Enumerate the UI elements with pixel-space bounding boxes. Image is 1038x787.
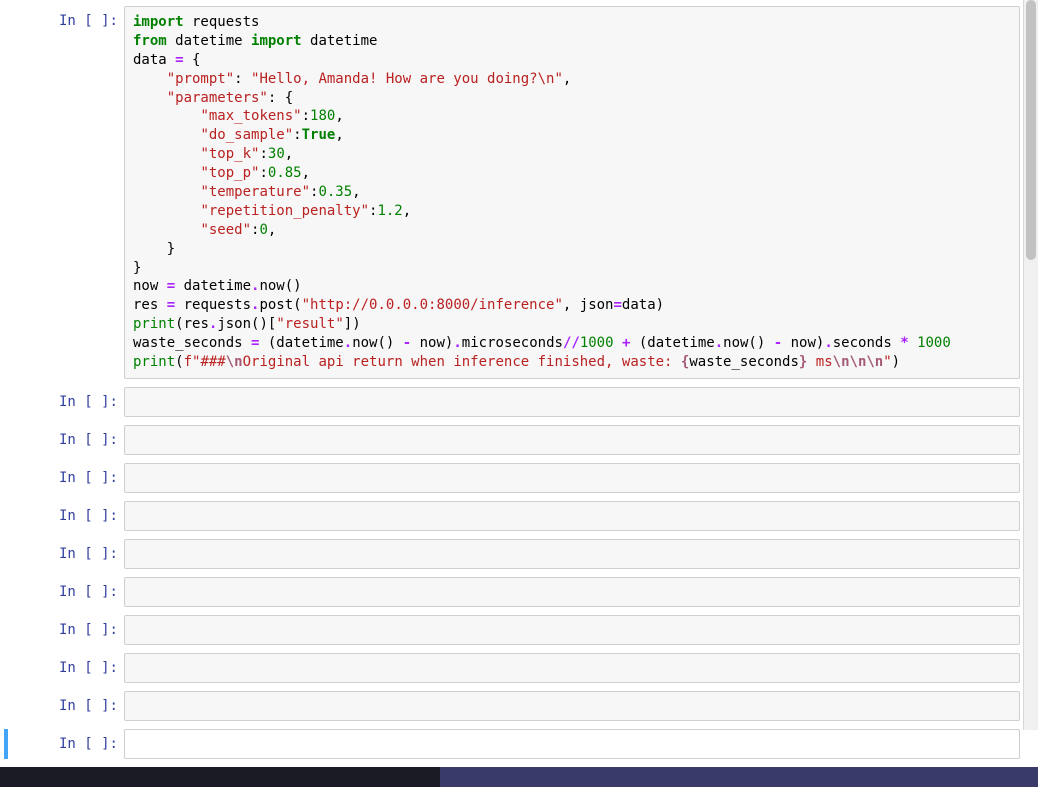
cell-input-area[interactable] bbox=[124, 729, 1020, 759]
cell-input-area[interactable] bbox=[124, 501, 1020, 531]
code-cell[interactable]: In [ ]: bbox=[8, 463, 1020, 493]
cell-input-area[interactable] bbox=[124, 653, 1020, 683]
cell-prompt: In [ ]: bbox=[8, 691, 124, 721]
cell-prompt: In [ ]: bbox=[8, 653, 124, 683]
cell-prompt: In [ ]: bbox=[8, 387, 124, 417]
vertical-scrollbar[interactable] bbox=[1023, 0, 1038, 730]
window-bottom-strip bbox=[0, 767, 1038, 787]
code-cell[interactable]: In [ ]: bbox=[8, 615, 1020, 645]
code-cell[interactable]: In [ ]:import requests from datetime imp… bbox=[8, 6, 1020, 379]
cell-input-area[interactable] bbox=[124, 615, 1020, 645]
cell-prompt: In [ ]: bbox=[8, 463, 124, 493]
code-cell[interactable]: In [ ]: bbox=[8, 577, 1020, 607]
code-content[interactable]: import requests from datetime import dat… bbox=[133, 13, 1011, 372]
code-cell[interactable]: In [ ]: bbox=[8, 691, 1020, 721]
cell-prompt: In [ ]: bbox=[8, 577, 124, 607]
cell-prompt: In [ ]: bbox=[8, 729, 124, 759]
cell-prompt: In [ ]: bbox=[8, 501, 124, 531]
code-cell[interactable]: In [ ]: bbox=[8, 425, 1020, 455]
code-cell[interactable]: In [ ]: bbox=[8, 501, 1020, 531]
code-cell[interactable]: In [ ]: bbox=[8, 653, 1020, 683]
bottom-strip-segment bbox=[0, 767, 440, 787]
cell-input-area[interactable] bbox=[124, 539, 1020, 569]
cell-input-area[interactable] bbox=[124, 425, 1020, 455]
cell-prompt: In [ ]: bbox=[8, 615, 124, 645]
code-cell[interactable]: In [ ]: bbox=[8, 729, 1020, 759]
cell-input-area[interactable] bbox=[124, 463, 1020, 493]
cell-input-area[interactable]: import requests from datetime import dat… bbox=[124, 6, 1020, 379]
bottom-strip-segment bbox=[440, 767, 1038, 787]
cell-input-area[interactable] bbox=[124, 691, 1020, 721]
cell-input-area[interactable] bbox=[124, 577, 1020, 607]
cell-prompt: In [ ]: bbox=[8, 425, 124, 455]
cell-prompt: In [ ]: bbox=[8, 6, 124, 379]
scrollbar-thumb[interactable] bbox=[1026, 0, 1036, 260]
code-cell[interactable]: In [ ]: bbox=[8, 539, 1020, 569]
code-cell[interactable]: In [ ]: bbox=[8, 387, 1020, 417]
notebook-container: In [ ]:import requests from datetime imp… bbox=[0, 0, 1038, 759]
cell-prompt: In [ ]: bbox=[8, 539, 124, 569]
cell-input-area[interactable] bbox=[124, 387, 1020, 417]
